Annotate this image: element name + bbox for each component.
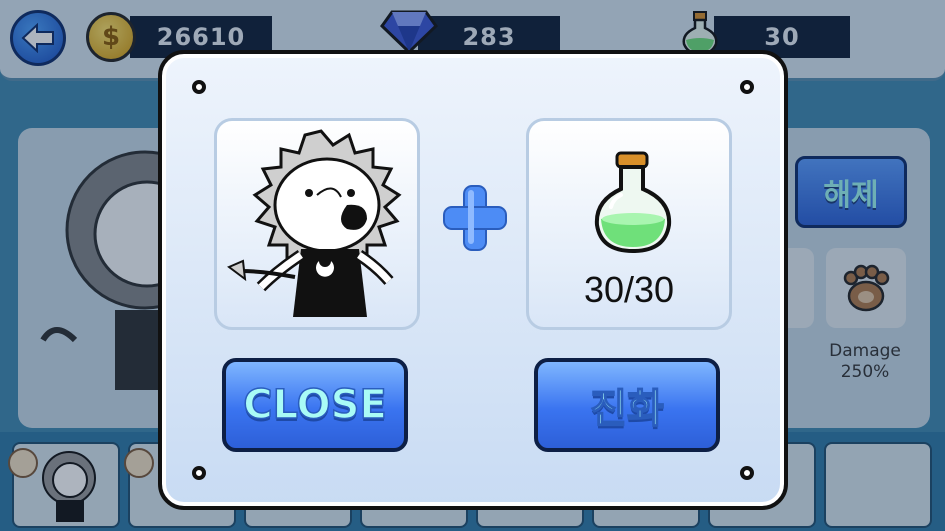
rivet <box>740 466 754 480</box>
potion-card: 30/30 <box>526 118 732 330</box>
character-card <box>214 118 420 330</box>
plus-icon <box>443 185 507 251</box>
close-button[interactable]: CLOSE <box>222 358 408 452</box>
potion-count: 30/30 <box>583 269 675 310</box>
evolve-dialog: 30/30 CLOSE 진화 <box>158 50 788 510</box>
rivet <box>192 466 206 480</box>
potion-flask-icon <box>594 151 672 254</box>
rivet <box>740 80 754 94</box>
evolve-button[interactable]: 진화 <box>534 358 720 452</box>
lion-character-icon <box>227 129 402 317</box>
rivet <box>192 80 206 94</box>
